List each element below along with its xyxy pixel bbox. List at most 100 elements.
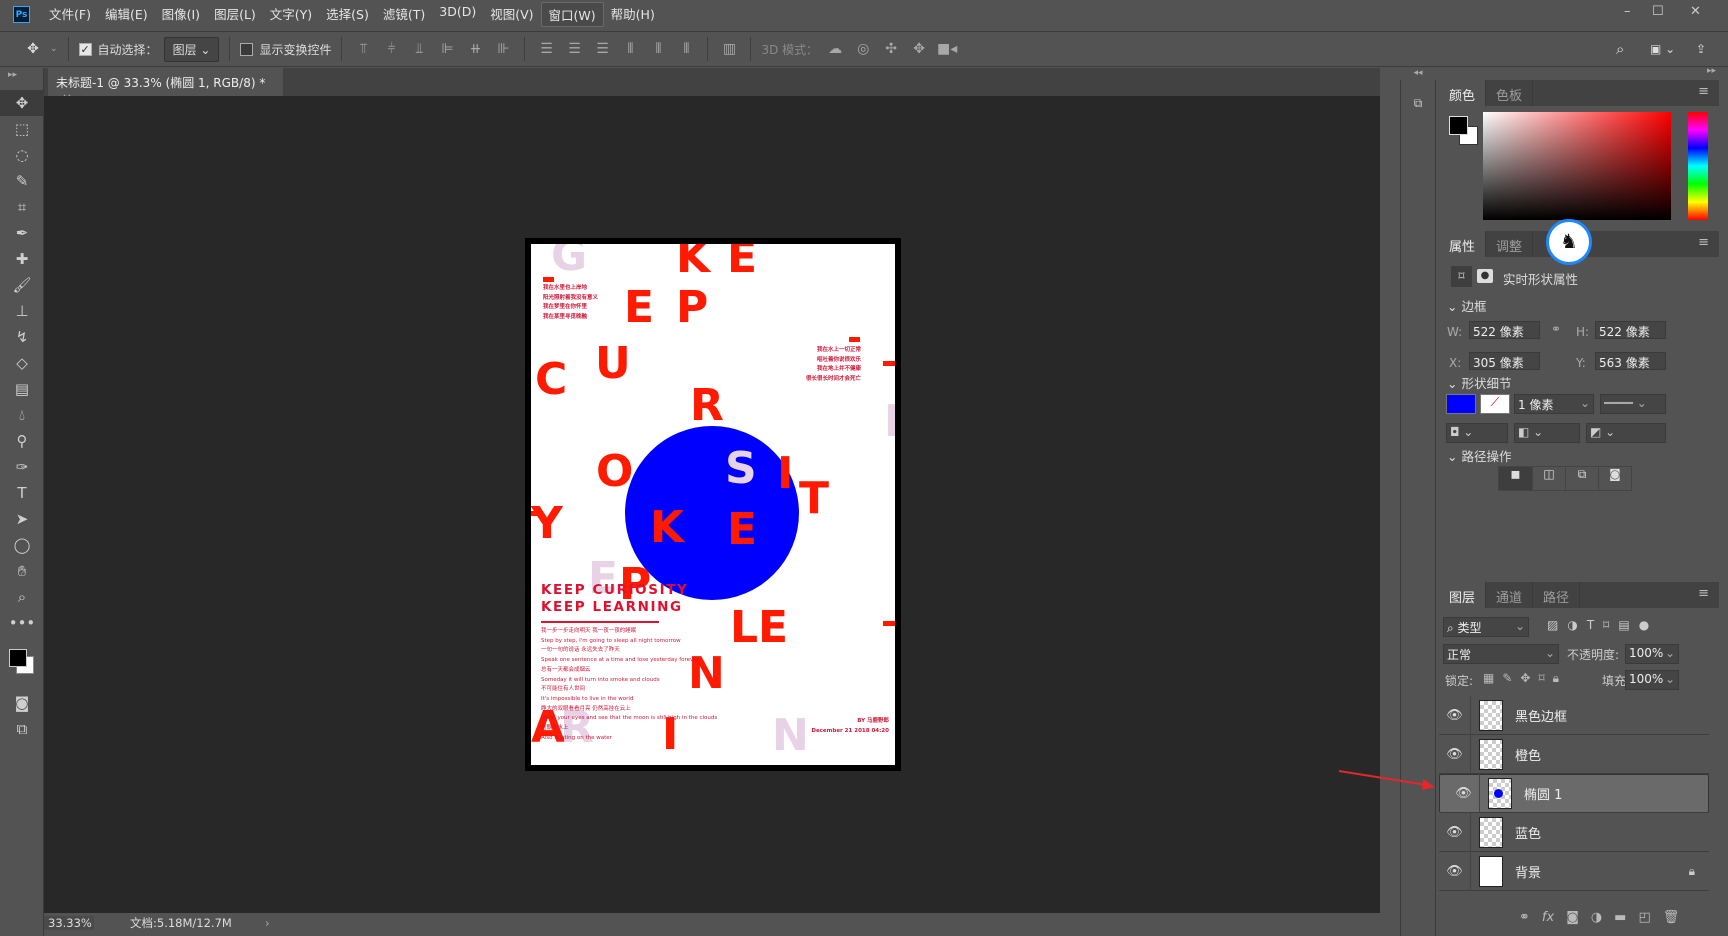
visibility-eye-icon[interactable]: 👁︎ [1439,695,1471,735]
menu-item[interactable]: 视图(V) [483,2,540,27]
intersect-shape-icon[interactable]: ⧉ [1565,467,1598,490]
quick-mask-icon[interactable]: ◙ [0,690,44,716]
auto-select-checkbox[interactable]: ✓ [78,42,92,56]
3d-pan-icon[interactable]: ✣ [880,41,902,57]
tab-adjustments[interactable]: 调整 [1486,231,1534,257]
adjustment-layer-icon[interactable]: ◑ [1591,910,1602,925]
bounds-section-header[interactable]: ⌄ 边框 [1447,296,1486,315]
layer-row[interactable]: 👁︎ 橙色 [1439,734,1709,774]
auto-align-icon[interactable]: ▥ [718,41,740,57]
foreground-color-swatch[interactable] [9,649,27,667]
path-ops-section-header[interactable]: ⌄ 路径操作 [1447,446,1511,465]
distribute-hcenter-icon[interactable]: ⦀ [647,41,669,57]
workspace-icon[interactable]: ▣ ⌄ [1650,42,1675,56]
shape-properties-icon[interactable]: ⌑ [1451,266,1472,287]
pen-icon[interactable]: ✑ [0,454,44,480]
pixel-filter-icon[interactable]: ▨ [1547,618,1558,632]
type-icon[interactable]: T [0,480,44,506]
fill-color-swatch[interactable] [1446,394,1476,414]
panel-menu-icon[interactable]: ≡ [1698,84,1709,99]
visibility-eye-icon[interactable]: 👁︎ [1448,774,1480,813]
3d-orbit-icon[interactable]: ☁ [824,41,846,57]
tab-channels[interactable]: 通道 [1486,582,1534,608]
healing-icon[interactable]: ✚ [0,246,44,272]
history-panel-icon[interactable]: ⧉ [1401,96,1435,111]
menu-item[interactable]: 图像(I) [155,2,207,27]
chevron-down-icon[interactable]: ⌄ [50,44,58,54]
align-hcenter-icon[interactable]: ⧺ [464,41,486,57]
foreground-color-swatch[interactable] [1449,116,1468,135]
lock-icon[interactable]: 🔒︎ [1689,864,1695,879]
zoom-icon[interactable]: ⌕ [0,584,44,610]
eyedropper-icon[interactable]: ✒ [0,220,44,246]
align-vcenter-icon[interactable]: ⫩ [380,41,402,57]
align-right-icon[interactable]: ⊪ [492,41,514,57]
panel-menu-icon[interactable]: ≡ [1698,235,1709,250]
stroke-cap-dropdown[interactable]: ◧ ⌄ [1514,423,1580,443]
3d-roll-icon[interactable]: ◎ [852,41,874,57]
new-group-icon[interactable]: ▬ [1614,910,1626,925]
menu-item[interactable]: 文件(F) [42,2,98,27]
blur-icon[interactable]: 💧︎ [0,402,44,428]
visibility-eye-icon[interactable]: 👁︎ [1439,812,1471,852]
document-tab[interactable]: 未标题-1 @ 33.3% (椭圆 1, RGB/8) * × [48,68,283,105]
lock-transparent-icon[interactable]: ▦ [1483,671,1494,686]
y-input[interactable]: 563 像素 [1595,352,1666,370]
status-chevron-icon[interactable]: › [265,916,270,930]
adjustment-filter-icon[interactable]: ◑ [1567,618,1577,632]
crop-icon[interactable]: ⌗ [0,194,44,220]
menu-item[interactable]: 滤镜(T) [376,2,432,27]
lock-artboard-icon[interactable]: ⌑ [1538,671,1544,686]
history-brush-icon[interactable]: ↯ [0,324,44,350]
panel-menu-icon[interactable]: ≡ [1698,586,1709,601]
share-icon[interactable]: ⇪ [1696,42,1706,56]
subtract-shape-icon[interactable]: ◫ [1532,467,1565,490]
zoom-level[interactable]: 33.33% [44,916,94,930]
hue-slider[interactable] [1688,112,1708,220]
shape-details-section-header[interactable]: ⌄ 形状细节 [1447,373,1511,392]
exclude-shape-icon[interactable]: ◙ [1598,467,1631,490]
opacity-input[interactable]: 100% ⌄ [1625,644,1679,664]
align-top-icon[interactable]: ⫪ [352,41,374,57]
x-input[interactable]: 305 像素 [1469,352,1540,370]
blend-mode-dropdown[interactable]: 正常 ⌄ [1443,644,1559,664]
poster-artboard[interactable]: G K E E P C U R I S O I T Y K E E P LE N A R I N 我在水里也上岸地 阳光照射着我… [525,238,901,771]
link-layers-icon[interactable]: ⚭ [1519,910,1530,925]
eraser-icon[interactable]: ◇ [0,350,44,376]
menu-item[interactable]: 选择(S) [319,2,376,27]
auto-select-dropdown[interactable]: 图层 ⌄ [163,36,220,62]
stroke-style-dropdown[interactable]: ━━━━ ⌄ [1600,394,1666,414]
search-icon[interactable]: ⌕ [1616,40,1624,58]
height-input[interactable]: 522 像素 [1595,321,1666,339]
layer-row[interactable]: 👁︎ 蓝色 [1439,812,1709,852]
lock-position-icon[interactable]: ✥ [1520,671,1530,686]
tab-layers[interactable]: 图层 [1439,582,1487,608]
stroke-corner-dropdown[interactable]: ◩ ⌄ [1586,423,1666,443]
path-select-icon[interactable]: ➤ [0,506,44,532]
smart-object-filter-icon[interactable]: ▤ [1618,618,1629,632]
menu-item[interactable]: 帮助(H) [604,2,662,27]
more-icon[interactable]: ••• [0,610,44,636]
mask-properties-icon[interactable]: ● [1477,269,1493,283]
3d-slide-icon[interactable]: ✥ [908,41,930,57]
color-swatches[interactable] [1449,116,1479,146]
menu-item[interactable]: 文字(Y) [263,2,319,27]
distribute-vcenter-icon[interactable]: ☰ [563,41,585,57]
stamp-icon[interactable]: ⊥ [0,298,44,324]
layer-filter-dropdown[interactable]: ⌕ 类型 ⌄ [1443,617,1529,637]
lasso-icon[interactable]: ◌ [0,142,44,168]
stroke-width-dropdown[interactable]: 1 像素 ⌄ [1514,394,1594,414]
menu-item[interactable]: 图层(L) [207,2,263,27]
filter-toggle-icon[interactable]: ● [1639,618,1649,632]
collapse-panels-icon[interactable]: ▸▸ [1707,66,1716,76]
menu-item[interactable]: 3D(D) [432,2,483,27]
tab-swatches[interactable]: 色板 [1486,80,1534,106]
expand-icon[interactable]: ◂◂ [1401,68,1435,78]
dodge-icon[interactable]: ⚲ [0,428,44,454]
marquee-icon[interactable]: ⬚ [0,116,44,142]
color-field[interactable] [1483,112,1671,220]
layer-row[interactable]: 👁︎ 椭圆 1 [1439,774,1709,813]
move-tool-icon[interactable]: ✥ [22,41,44,57]
align-left-icon[interactable]: ⊫ [436,41,458,57]
visibility-eye-icon[interactable]: 👁︎ [1439,734,1471,774]
